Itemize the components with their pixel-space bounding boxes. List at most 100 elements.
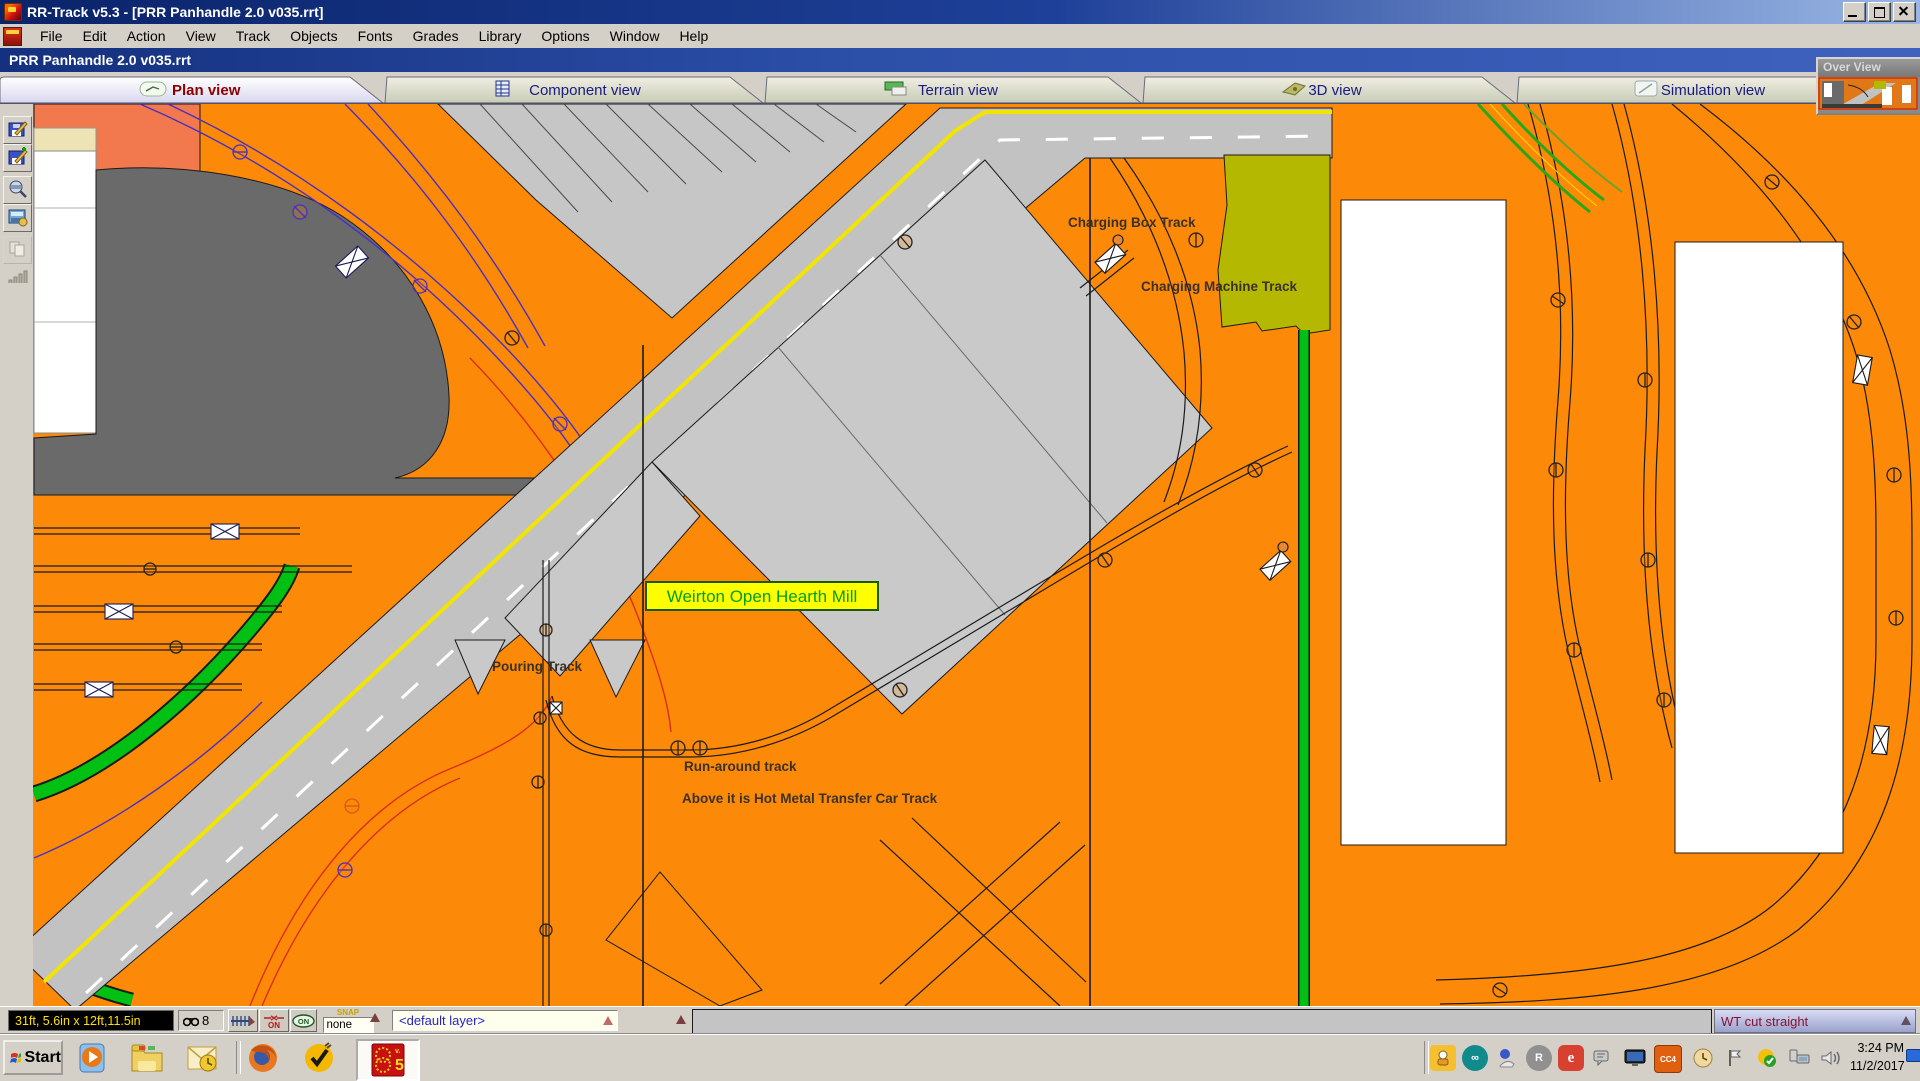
tab-terrain-view[interactable]: Terrain view: [765, 77, 1141, 103]
layer-spinner[interactable]: [603, 1016, 613, 1025]
tray-divider: [1424, 1041, 1429, 1074]
tray-arduino-icon[interactable]: ∞: [1462, 1045, 1488, 1071]
tray-flag-icon[interactable]: [1722, 1045, 1748, 1071]
copy-icon: [7, 239, 28, 259]
coordinates-readout: 31ft, 5.6in x 12ft,11.5in: [8, 1010, 174, 1031]
label-mill[interactable]: Weirton Open Hearth Mill: [646, 582, 878, 610]
overview-window[interactable]: Over View: [1816, 57, 1920, 115]
start-label: Start: [25, 1049, 61, 1067]
label-charging-box-track[interactable]: Charging Box Track: [1068, 215, 1196, 230]
snap-value[interactable]: none: [323, 1017, 374, 1033]
title-bar: RR-Track v5.3 - [PRR Panhandle 2.0 v035.…: [0, 0, 1920, 24]
label-hot-metal[interactable]: Above it is Hot Metal Transfer Car Track: [682, 791, 938, 806]
print-preview-button[interactable]: [3, 176, 32, 204]
menu-fonts[interactable]: Fonts: [348, 25, 403, 47]
tray-network-icon[interactable]: [1786, 1045, 1812, 1071]
olive-terrain-patch[interactable]: [1218, 155, 1330, 334]
hint-spinner[interactable]: [1901, 1016, 1911, 1025]
menu-file[interactable]: File: [30, 25, 73, 47]
quick-launch-divider: [236, 1041, 241, 1074]
join-on-button[interactable]: ON: [259, 1009, 289, 1032]
rr-track-task-button[interactable]: 5 v.: [356, 1039, 420, 1081]
rr-track-icon: 5 v.: [371, 1043, 405, 1077]
file-explorer-launcher[interactable]: [128, 1040, 166, 1076]
tray-user-icon[interactable]: [1494, 1045, 1520, 1071]
view-tab-strip: Plan view Component view Terrain view 3D…: [0, 72, 1920, 104]
document-icon[interactable]: [3, 27, 22, 46]
windows-logo-icon: [9, 1049, 21, 1067]
menu-view[interactable]: View: [176, 25, 226, 47]
save-button[interactable]: [3, 116, 32, 144]
start-button[interactable]: Start: [3, 1040, 63, 1075]
label-runaround-track[interactable]: Run-around track: [684, 759, 797, 774]
tray-volume-icon[interactable]: [1818, 1045, 1844, 1071]
tab-component-view[interactable]: Component view: [385, 77, 763, 103]
svg-text:Plan view: Plan view: [172, 82, 241, 99]
document-title: PRR Panhandle 2.0 v035.rrt: [9, 52, 191, 68]
overview-thumbnail[interactable]: [1818, 77, 1918, 110]
snap-spinner[interactable]: [370, 1013, 380, 1022]
tray-sync-clock-icon[interactable]: [1690, 1045, 1716, 1071]
label-pouring-track[interactable]: Pouring Track: [492, 659, 583, 674]
tray-messenger-icon[interactable]: [1590, 1045, 1616, 1071]
menu-options[interactable]: Options: [531, 25, 599, 47]
layer-selector[interactable]: <default layer>: [392, 1010, 618, 1031]
norton-icon: [303, 1042, 335, 1074]
statistics-button[interactable]: [3, 264, 30, 290]
svg-text:Simulation view: Simulation view: [1661, 82, 1765, 99]
tray-cc4-icon[interactable]: CC4: [1654, 1045, 1682, 1073]
snap-mode-control[interactable]: SNAP none: [318, 1009, 378, 1033]
show-desktop-icon[interactable]: [1906, 1049, 1920, 1062]
save-as-icon: [7, 147, 28, 167]
calculator-button[interactable]: [3, 204, 32, 232]
snap-caption: SNAP: [318, 1009, 378, 1017]
track-tool-button[interactable]: [228, 1009, 258, 1032]
save-as-button[interactable]: [3, 144, 32, 172]
tray-explorer-icon[interactable]: e: [1558, 1045, 1584, 1071]
svg-text:ON: ON: [298, 1017, 309, 1026]
tray-antivirus-icon[interactable]: [1754, 1045, 1780, 1071]
menu-library[interactable]: Library: [469, 25, 532, 47]
tray-gold-app-icon[interactable]: [1430, 1045, 1456, 1071]
snap-on-button[interactable]: ON: [290, 1009, 317, 1032]
label-charging-machine-track[interactable]: Charging Machine Track: [1141, 279, 1298, 294]
join-on-icon: ON: [262, 1013, 286, 1029]
plan-view-icon: [140, 82, 166, 96]
table-header: [34, 128, 96, 151]
minimize-button[interactable]: [1843, 2, 1866, 22]
white-building-1[interactable]: [1341, 200, 1506, 845]
menu-edit[interactable]: Edit: [73, 25, 117, 47]
white-building-2[interactable]: [1675, 242, 1843, 853]
restore-button[interactable]: [1868, 2, 1891, 22]
menu-track[interactable]: Track: [226, 25, 280, 47]
menu-window[interactable]: Window: [600, 25, 670, 47]
data-table[interactable]: [34, 151, 96, 433]
tab-plan-view[interactable]: Plan view: [0, 77, 383, 103]
copy-button[interactable]: [3, 236, 32, 264]
menu-objects[interactable]: Objects: [280, 25, 347, 47]
close-button[interactable]: [1893, 2, 1916, 22]
media-player-launcher[interactable]: [74, 1040, 112, 1076]
norton-launcher[interactable]: [300, 1040, 338, 1076]
outlook-launcher[interactable]: [184, 1040, 222, 1076]
component-view-icon: [496, 81, 509, 96]
print-preview-icon: [7, 179, 28, 199]
plan-canvas[interactable]: Charging Box Track Charging Machine Trac…: [33, 104, 1920, 1006]
svg-text:5: 5: [395, 1057, 404, 1074]
scroll-left-spinner[interactable]: [676, 1015, 686, 1024]
menu-action[interactable]: Action: [117, 25, 176, 47]
clock-time: 3:24 PM: [1850, 1039, 1904, 1057]
document-title-bar: PRR Panhandle 2.0 v035.rrt: [0, 48, 1920, 72]
firefox-launcher[interactable]: [244, 1040, 282, 1076]
tray-display-icon[interactable]: [1622, 1045, 1648, 1071]
tray-registry-icon[interactable]: R: [1526, 1045, 1552, 1071]
app-logo-icon: [4, 3, 22, 21]
binoculars-icon: [183, 1015, 199, 1027]
menu-help[interactable]: Help: [669, 25, 718, 47]
calculator-icon: [7, 207, 28, 227]
left-toolbar: [0, 104, 34, 1006]
tab-3d-view[interactable]: 3D view: [1143, 77, 1515, 103]
tray-clock[interactable]: 3:24 PM 11/2/2017: [1850, 1039, 1904, 1075]
menu-bar: File Edit Action View Track Objects Font…: [0, 24, 1920, 49]
menu-grades[interactable]: Grades: [403, 25, 469, 47]
